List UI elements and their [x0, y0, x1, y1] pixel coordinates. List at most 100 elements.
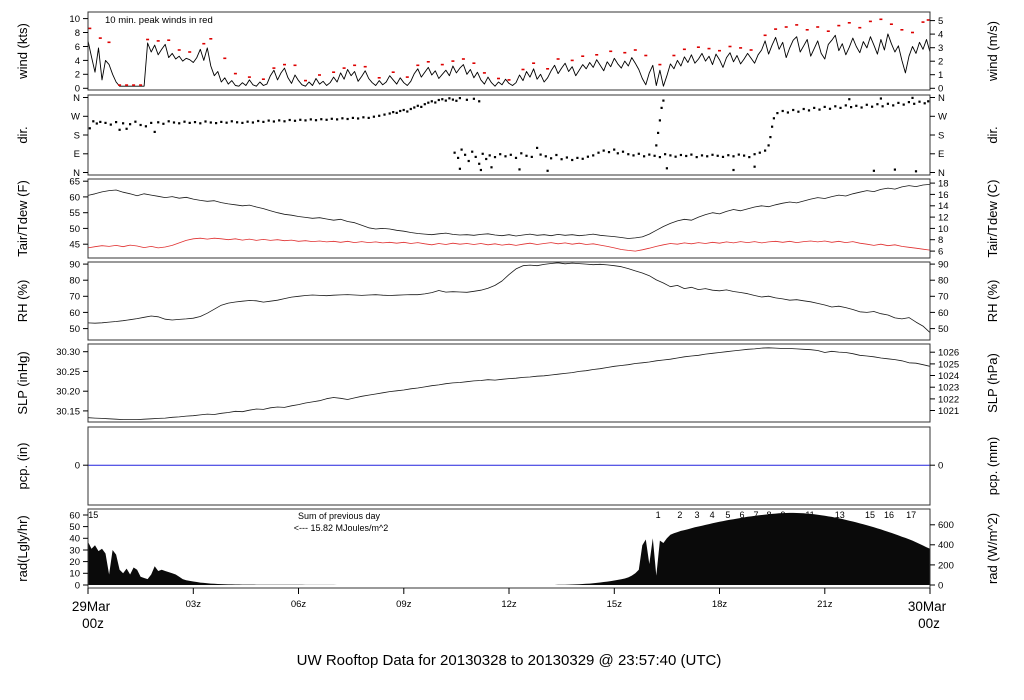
panel-dir-left-axis-label: dir. [15, 126, 30, 143]
panel-wind-left-axis-label: wind (kts) [15, 23, 30, 80]
svg-text:0: 0 [75, 461, 80, 472]
svg-text:1021: 1021 [938, 406, 959, 417]
svg-text:1024: 1024 [938, 371, 959, 382]
svg-text:55: 55 [69, 208, 80, 219]
svg-text:30.15: 30.15 [56, 406, 80, 417]
panel-rad-left-axis-label: rad(Lgly/hr) [15, 515, 30, 581]
panel-wind-left-ticks: 0246810 [69, 14, 88, 95]
svg-text:400: 400 [938, 540, 954, 551]
panel-rh-right-axis-label: RH (%) [985, 280, 1000, 323]
panel-rad-right-ticks: 600 400 200 0 [930, 520, 954, 591]
svg-text:6: 6 [75, 42, 80, 53]
svg-text:60: 60 [69, 192, 80, 203]
svg-text:16: 16 [938, 190, 949, 201]
panel-temp-left-ticks: 65 60 55 50 45 [69, 177, 88, 251]
series-dewpoint-F [88, 237, 930, 252]
panel-frame [87, 426, 931, 506]
svg-text:8: 8 [75, 28, 80, 39]
svg-text:1022: 1022 [938, 394, 959, 405]
panel-wind-right-ticks: 012345 [930, 16, 943, 95]
svg-text:60: 60 [69, 308, 80, 319]
x-axis: 03z 06z 09z 12z 15z 18z 21z 29Mar 00z 30Mar 00z [72, 588, 947, 631]
panel-slp-left-axis-label: SLP (inHg) [15, 351, 30, 414]
svg-text:30.30: 30.30 [56, 347, 80, 358]
panel-rh-right-ticks: 90 80 70 60 50 [930, 260, 949, 335]
svg-text:2: 2 [938, 57, 943, 68]
panel-dir: NWSENNWSENdir. dir. [15, 93, 1000, 179]
x-tick-label: 03z [186, 599, 202, 610]
series-relative-humidity [88, 262, 930, 333]
svg-text:5: 5 [938, 16, 943, 27]
svg-text:N: N [938, 93, 945, 104]
panel-slp: 30.30 30.25 30.20 30.15 10261025102410231022… [15, 343, 1000, 423]
panel-dir-right-ticks: NWSEN [930, 93, 947, 179]
panel-slp-right-axis-label: SLP (hPa) [985, 353, 1000, 413]
svg-text:90: 90 [69, 260, 80, 271]
svg-text:S: S [938, 130, 944, 141]
panel-rh-left-axis-label: RH (%) [15, 280, 30, 323]
panel-annotation: 10 min. peak winds in red [105, 15, 213, 26]
panel-rad-right-axis-label: rad (W/m^2) [985, 513, 1000, 584]
svg-text:60: 60 [938, 308, 949, 319]
panel-annotation: <--- 15.82 MJoules/m^2 [294, 523, 389, 533]
svg-text:14: 14 [938, 201, 949, 212]
svg-text:0: 0 [938, 461, 943, 472]
panel-slp-right-ticks: 102610251024102310221021 [930, 348, 959, 417]
rad-hour-sum-label: 15 [865, 510, 875, 520]
svg-text:20: 20 [69, 557, 80, 568]
svg-text:30.20: 30.20 [56, 387, 80, 398]
x-tick-label: 18z [712, 599, 728, 610]
svg-text:0: 0 [75, 580, 80, 591]
panel-temp: 65 60 55 50 45 181614121086 Tair/Tdew (F) Tair/… [15, 177, 1000, 259]
rad-hour-sum-label: 16 [884, 510, 894, 520]
svg-text:80: 80 [69, 276, 80, 287]
svg-text:1025: 1025 [938, 359, 959, 370]
panel-frame [87, 11, 931, 91]
svg-text:W: W [71, 112, 80, 123]
series-solar-radiation [88, 512, 930, 585]
panel-temp-left-axis-label: Tair/Tdew (F) [15, 180, 30, 257]
panel-pcp-right-axis-label: pcp. (mm) [985, 437, 1000, 496]
x-right-date: 30Mar [908, 599, 947, 614]
svg-text:E: E [74, 149, 80, 160]
meteogram: 10 min. peak winds in red 0 2 4 6 8 10 0 1 2 3 4 5 wi… [0, 0, 1024, 700]
svg-text:600: 600 [938, 520, 954, 531]
svg-text:18: 18 [938, 179, 949, 190]
svg-text:N: N [73, 93, 80, 104]
x-tick-label: 15z [607, 599, 623, 610]
panel-slp-left-ticks: 30.30 30.25 30.20 30.15 [56, 347, 88, 417]
x-tick-label: 21z [817, 599, 833, 610]
svg-text:30.25: 30.25 [56, 367, 80, 378]
svg-text:12: 12 [938, 213, 949, 224]
series-sea-level-pressure [88, 347, 930, 421]
panel-dir-right-axis-label: dir. [985, 126, 1000, 143]
rad-hour-sum-label: 15 [88, 510, 98, 520]
svg-text:60: 60 [69, 510, 80, 521]
svg-text:4: 4 [938, 30, 943, 41]
panel-rad-left-ticks: 6050403020100 [69, 510, 88, 591]
svg-text:80: 80 [938, 276, 949, 287]
panel-wind: 10 min. peak winds in red0246810012345wi… [15, 11, 1000, 95]
x-left-date: 29Mar [72, 599, 111, 614]
panel-temp-right-ticks: 181614121086 [930, 179, 949, 258]
series-wind-direction-deg [88, 96, 930, 173]
svg-text:50: 50 [69, 522, 80, 533]
svg-text:3: 3 [938, 43, 943, 54]
svg-text:1: 1 [938, 70, 943, 81]
panel-dir-left-ticks: NWSEN [71, 93, 88, 179]
svg-text:10: 10 [938, 224, 949, 235]
rad-hour-sum-label: 17 [906, 510, 916, 520]
svg-text:50: 50 [69, 324, 80, 335]
svg-text:70: 70 [69, 292, 80, 303]
x-tick-label: 12z [501, 599, 517, 610]
svg-text:1023: 1023 [938, 383, 959, 394]
svg-text:10: 10 [69, 14, 80, 25]
panel-pcp-left-ticks: 0 [75, 461, 88, 472]
panel-frame [87, 94, 931, 176]
svg-text:10: 10 [69, 569, 80, 580]
panel-rh: 90 80 70 60 50 90 80 70 60 50 RH (%) RH (%) [15, 260, 1000, 341]
svg-text:N: N [938, 168, 945, 179]
rad-hour-sum-label: 5 [725, 510, 730, 520]
svg-text:200: 200 [938, 560, 954, 571]
panel-frame [87, 178, 931, 259]
